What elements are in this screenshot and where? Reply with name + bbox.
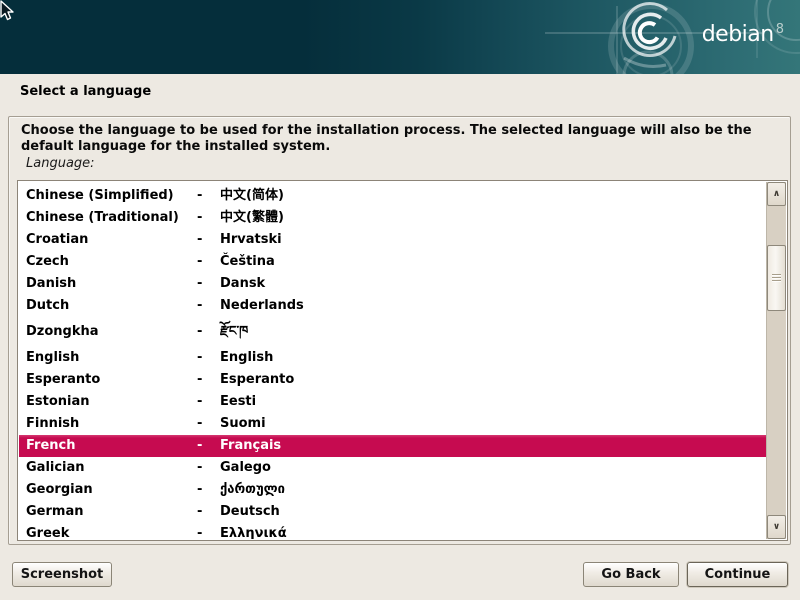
language-native: English: [220, 347, 766, 369]
continue-button[interactable]: Continue: [687, 562, 788, 587]
language-name: Galician: [26, 457, 197, 479]
language-native: Dansk: [220, 273, 766, 295]
page-title: Select a language: [20, 84, 151, 99]
header-banner: debian8: [0, 0, 800, 74]
language-name: Greek: [26, 523, 197, 539]
chevron-up-icon: ∧: [773, 189, 780, 199]
language-separator: -: [197, 347, 220, 369]
language-separator: -: [197, 435, 220, 457]
vertical-scrollbar[interactable]: ∧ ∨: [766, 182, 786, 539]
mouse-cursor-icon: [0, 0, 16, 22]
chevron-down-icon: ∨: [773, 522, 780, 532]
language-name: Chinese (Traditional): [26, 207, 197, 229]
list-item[interactable]: Czech - Čeština: [19, 251, 766, 273]
list-item[interactable]: Croatian - Hrvatski: [19, 229, 766, 251]
language-native: Suomi: [220, 413, 766, 435]
language-separator: -: [197, 501, 220, 523]
list-item[interactable]: Estonian - Eesti: [19, 391, 766, 413]
list-item[interactable]: Chinese (Traditional) - 中文(繁體): [19, 207, 766, 229]
language-name: English: [26, 347, 197, 369]
screenshot-button[interactable]: Screenshot: [12, 562, 112, 587]
language-name: Czech: [26, 251, 197, 273]
language-separator: -: [197, 251, 220, 273]
language-listbox[interactable]: Chinese (Simplified) - 中文(简体) Chinese (T…: [17, 180, 788, 541]
language-name: Chinese (Simplified): [26, 185, 197, 207]
language-separator: -: [197, 479, 220, 501]
debian-version-text: 8: [776, 22, 784, 37]
list-item[interactable]: Finnish - Suomi: [19, 413, 766, 435]
language-label: Language:: [26, 156, 95, 171]
language-name: Georgian: [26, 479, 197, 501]
list-item[interactable]: Esperanto - Esperanto: [19, 369, 766, 391]
list-item[interactable]: Galician - Galego: [19, 457, 766, 479]
language-separator: -: [197, 185, 220, 207]
language-native: Hrvatski: [220, 229, 766, 251]
list-item[interactable]: Dutch - Nederlands: [19, 295, 766, 317]
list-item[interactable]: German - Deutsch: [19, 501, 766, 523]
language-separator: -: [197, 413, 220, 435]
instruction-text: Choose the language to be used for the i…: [21, 123, 783, 155]
list-item[interactable]: English - English: [19, 347, 766, 369]
list-item[interactable]: Danish - Dansk: [19, 273, 766, 295]
language-native: Nederlands: [220, 295, 766, 317]
list-item[interactable]: French - Français: [19, 435, 766, 457]
debian-brand-text: debian: [702, 22, 774, 47]
language-separator: -: [197, 273, 220, 295]
language-separator: -: [197, 457, 220, 479]
scroll-up-button[interactable]: ∧: [767, 182, 786, 206]
language-native: 中文(简体): [220, 185, 766, 207]
language-name: Dutch: [26, 295, 197, 317]
list-item[interactable]: Georgian - ქართული: [19, 479, 766, 501]
language-name: German: [26, 501, 197, 523]
scrollbar-thumb[interactable]: [767, 245, 786, 311]
language-separator: -: [197, 229, 220, 251]
language-name: Estonian: [26, 391, 197, 413]
language-name: Dzongkha: [26, 317, 197, 347]
language-name: Danish: [26, 273, 197, 295]
language-separator: -: [197, 295, 220, 317]
language-separator: -: [197, 523, 220, 539]
language-separator: -: [197, 369, 220, 391]
language-list-rows: Chinese (Simplified) - 中文(简体) Chinese (T…: [19, 182, 766, 539]
language-name: French: [26, 435, 197, 457]
debian-logo: debian8: [702, 22, 784, 47]
language-separator: -: [197, 317, 220, 347]
scrollbar-grip-icon: [772, 274, 781, 282]
go-back-button[interactable]: Go Back: [583, 562, 679, 587]
language-native: རྫོང་ཁ: [220, 317, 766, 347]
language-name: Finnish: [26, 413, 197, 435]
scroll-down-button[interactable]: ∨: [767, 515, 786, 539]
language-native: Ελληνικά: [220, 523, 766, 539]
list-item[interactable]: Chinese (Simplified) - 中文(简体): [19, 185, 766, 207]
list-item[interactable]: Greek - Ελληνικά: [19, 523, 766, 539]
language-native: ქართული: [220, 479, 766, 501]
language-native: Deutsch: [220, 501, 766, 523]
language-name: Esperanto: [26, 369, 197, 391]
language-native: Français: [220, 435, 766, 457]
language-native: Čeština: [220, 251, 766, 273]
language-name: Croatian: [26, 229, 197, 251]
language-separator: -: [197, 391, 220, 413]
main-content-frame: Choose the language to be used for the i…: [8, 116, 791, 545]
language-native: Eesti: [220, 391, 766, 413]
language-native: 中文(繁體): [220, 207, 766, 229]
debian-swirl-icon: [0, 0, 800, 74]
language-native: Galego: [220, 457, 766, 479]
list-item[interactable]: Dzongkha - རྫོང་ཁ: [19, 317, 766, 347]
language-separator: -: [197, 207, 220, 229]
language-native: Esperanto: [220, 369, 766, 391]
